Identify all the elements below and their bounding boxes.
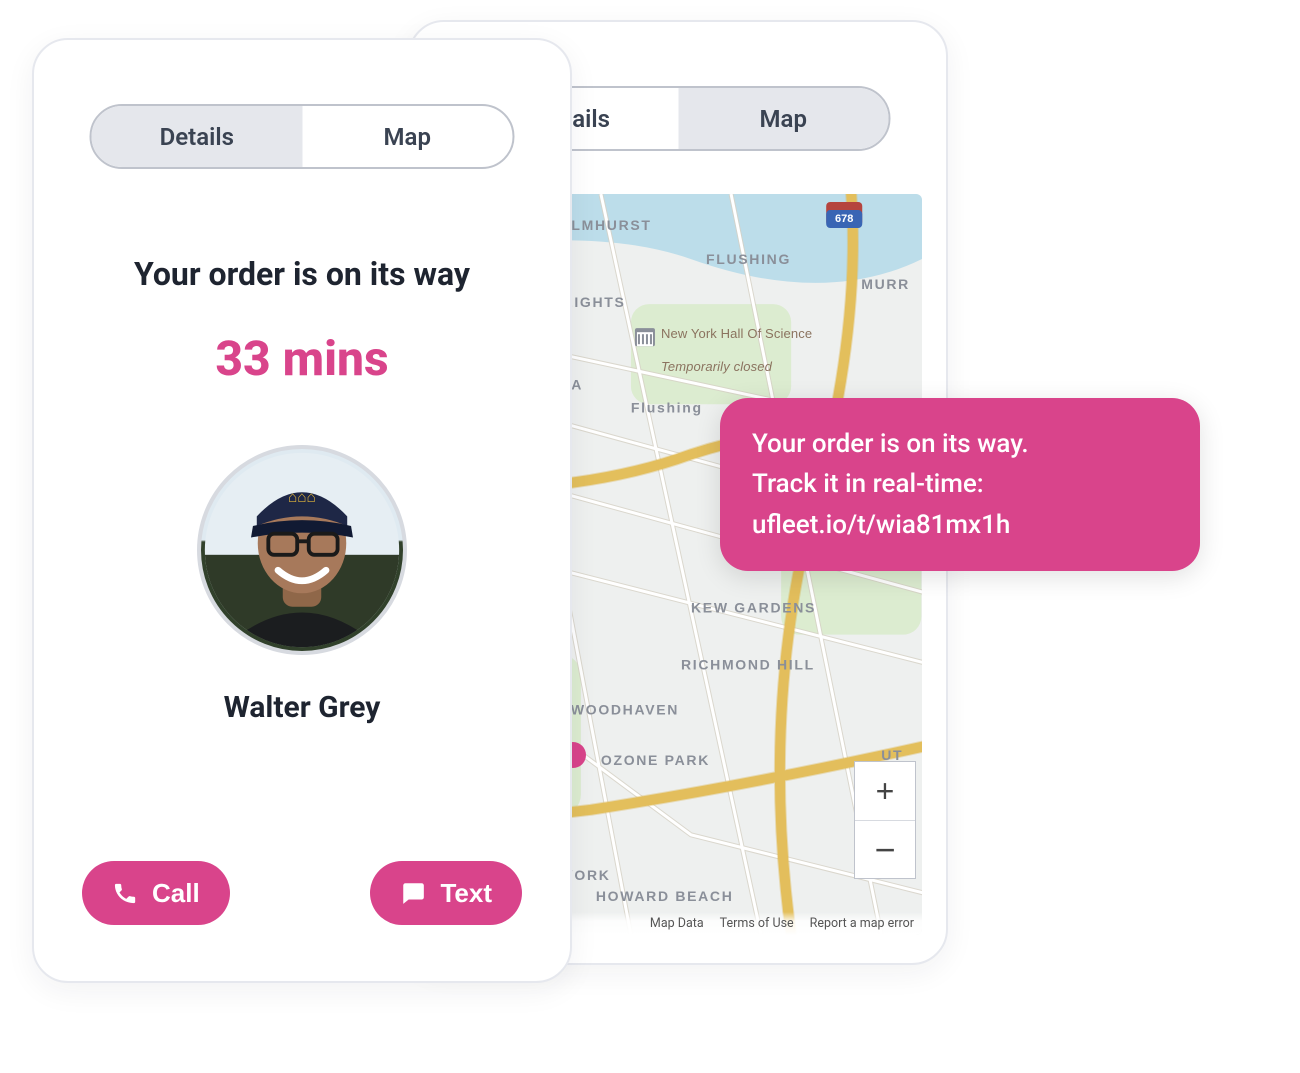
- zoom-in-button[interactable]: +: [855, 762, 915, 820]
- sms-line-2: Track it in real-time:: [752, 469, 984, 499]
- text-button[interactable]: Text: [370, 861, 522, 925]
- tab-map-label: Map: [384, 123, 431, 151]
- order-status-heading: Your order is on its way: [34, 255, 570, 293]
- driver-avatar: ⌂⌂⌂: [197, 445, 407, 655]
- map-label: OZONE PARK: [601, 752, 710, 768]
- driver-name: Walter Grey: [34, 690, 570, 725]
- map-label: RICHMOND HILL: [681, 657, 815, 673]
- phone-details-card: Details Map Your order is on its way 33 …: [32, 38, 572, 983]
- map-label: HOWARD BEACH: [596, 888, 734, 904]
- tab-map[interactable]: Map: [678, 88, 889, 149]
- map-label: Flushing: [631, 399, 703, 415]
- zoom-out-button[interactable]: −: [855, 820, 915, 878]
- map-attrib-terms[interactable]: Terms of Use: [720, 916, 794, 931]
- map-attrib-mapdata[interactable]: Map Data: [650, 916, 704, 931]
- action-row: Call Text: [34, 861, 570, 925]
- sms-line-1: Your order is on its way.: [752, 429, 1029, 459]
- tab-details-label: Details: [160, 123, 234, 151]
- map-label: FLUSHING: [706, 251, 791, 267]
- text-button-label: Text: [440, 878, 492, 909]
- map-zoom-controls: + −: [854, 761, 916, 879]
- svg-text:Temporarily closed: Temporarily closed: [661, 359, 773, 374]
- chat-icon: [400, 880, 426, 906]
- call-button[interactable]: Call: [82, 861, 230, 925]
- sms-notification-bubble: Your order is on its way. Track it in re…: [720, 398, 1200, 571]
- phone-icon: [112, 880, 138, 906]
- stage: Details Map: [0, 0, 1300, 1073]
- tab-map[interactable]: Map: [302, 106, 513, 167]
- sms-link: ufleet.io/t/wia81mx1h: [752, 510, 1010, 540]
- map-label: WOODHAVEN: [571, 702, 679, 718]
- svg-text:New York Hall Of Science: New York Hall Of Science: [661, 326, 812, 341]
- eta-value: 33 mins: [34, 330, 570, 387]
- map-label: KEW GARDENS: [691, 600, 816, 616]
- segmented-control-details-card: Details Map: [90, 104, 515, 169]
- call-button-label: Call: [152, 878, 200, 909]
- tab-details[interactable]: Details: [92, 106, 303, 167]
- map-label: MURR: [861, 276, 910, 292]
- tab-map-label: Map: [760, 105, 807, 133]
- svg-text:678: 678: [835, 213, 853, 225]
- svg-text:⌂⌂⌂: ⌂⌂⌂: [288, 489, 316, 506]
- map-attrib-report[interactable]: Report a map error: [810, 916, 914, 931]
- route-shield-i678: 678: [826, 202, 862, 228]
